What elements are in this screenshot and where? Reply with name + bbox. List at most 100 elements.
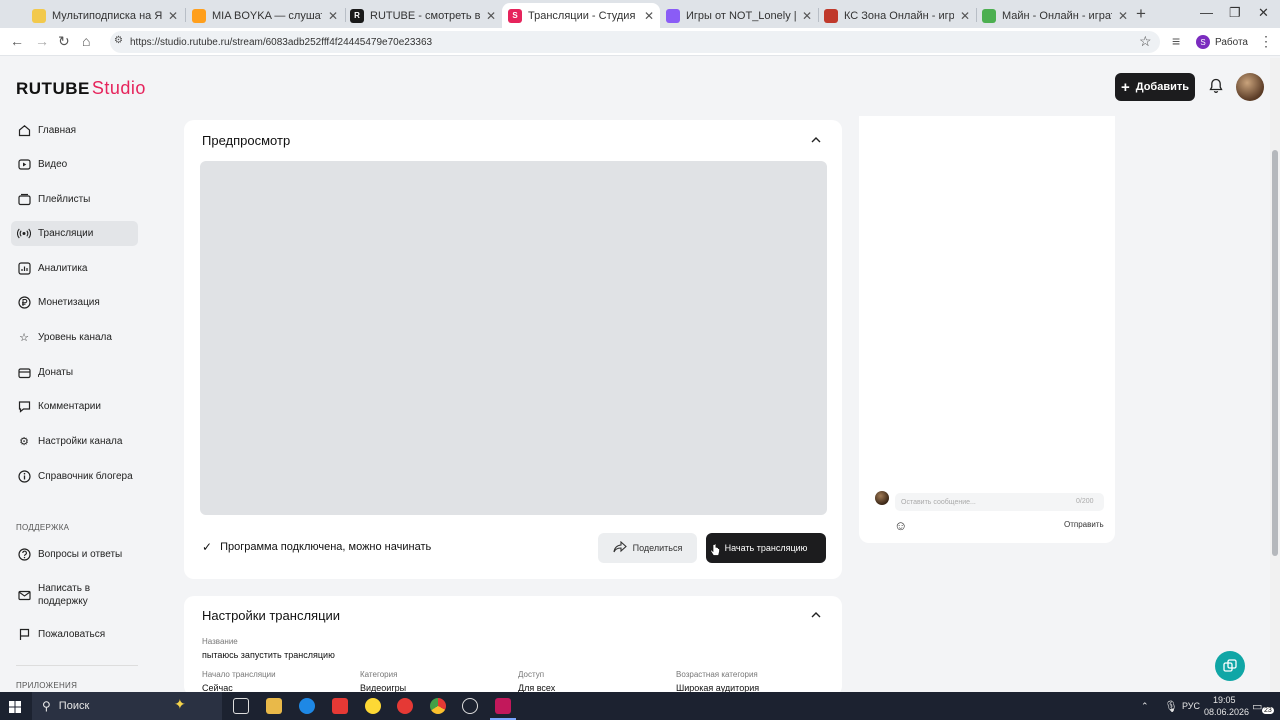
- tray-chevron-icon[interactable]: ⌃: [1141, 701, 1149, 712]
- chat-panel: [859, 116, 1115, 543]
- clock-date[interactable]: 08.06.2026: [1204, 707, 1249, 717]
- forward-icon[interactable]: →: [35, 33, 49, 49]
- back-icon[interactable]: ←: [10, 33, 24, 49]
- task-view-icon[interactable]: [233, 698, 249, 714]
- sidebar-item-home[interactable]: Главная: [11, 118, 138, 143]
- yandex-browser-icon[interactable]: [397, 698, 413, 714]
- playlist-icon: [17, 193, 31, 207]
- obs-icon[interactable]: [462, 698, 478, 714]
- stream-preview-area: [200, 161, 827, 515]
- yandex-music-app-icon[interactable]: [332, 698, 348, 714]
- search-icon: ⚲: [42, 699, 51, 713]
- rutube-studio-logo[interactable]: RUTUBE Studio: [16, 78, 146, 99]
- share-button[interactable]: Поделиться: [598, 533, 697, 563]
- url-field[interactable]: https://studio.rutube.ru/stream/6083adb2…: [110, 31, 1160, 53]
- start-time-label: Начало трансляции: [202, 670, 276, 679]
- profile-avatar-icon: S: [1196, 35, 1210, 49]
- chat-message-input[interactable]: Оставить сообщение...: [895, 493, 1104, 511]
- comment-icon: [17, 400, 31, 414]
- rutube-studio-favicon-icon: S: [508, 8, 522, 23]
- send-button[interactable]: Отправить: [1064, 520, 1104, 529]
- sidebar-item-channel-level[interactable]: ☆ Уровень канала: [11, 325, 138, 350]
- microphone-icon[interactable]: 🎙: [1164, 700, 1178, 713]
- browser-tab[interactable]: Майн - Онлайн - играть онлайн ✕: [976, 3, 1134, 28]
- collapse-chevron-icon[interactable]: [810, 134, 822, 149]
- share-arrow-icon: [613, 540, 627, 556]
- bookmark-star-icon[interactable]: ☆: [1139, 33, 1152, 50]
- file-explorer-icon[interactable]: [266, 698, 282, 714]
- language-indicator[interactable]: РУС: [1182, 701, 1200, 711]
- sparkle-icon: ✦: [174, 696, 186, 712]
- close-icon[interactable]: ✕: [802, 9, 812, 23]
- site-info-icon[interactable]: ⚙: [114, 35, 123, 46]
- windows-taskbar: ⚲ Поиск ✦ ⌃ 🎙 РУС 19:05 08.06.2026 ▭ 23: [0, 692, 1280, 720]
- sidebar-item-report[interactable]: Пожаловаться: [11, 622, 138, 647]
- browser-app-icon[interactable]: [495, 698, 511, 714]
- start-stream-button[interactable]: Начать трансляцию: [706, 533, 826, 563]
- sidebar-item-monetization[interactable]: Монетизация: [11, 290, 138, 315]
- close-icon[interactable]: ✕: [486, 9, 496, 23]
- close-icon[interactable]: ✕: [644, 9, 654, 23]
- name-label: Название: [202, 637, 238, 646]
- sidebar-item-faq[interactable]: Вопросы и ответы: [11, 542, 138, 567]
- notifications-bell-icon[interactable]: [1208, 78, 1224, 98]
- notification-count-badge: 23: [1262, 707, 1274, 714]
- sidebar-item-write-support[interactable]: Написать в поддержку: [11, 580, 121, 610]
- question-icon: [17, 548, 31, 562]
- reading-list-icon[interactable]: ≡: [1172, 33, 1180, 49]
- close-icon[interactable]: ✕: [328, 9, 338, 23]
- sidebar-item-comments[interactable]: Комментарии: [11, 394, 138, 419]
- sidebar-item-blogger-guide[interactable]: Справочник блогера: [11, 464, 138, 489]
- close-window-icon[interactable]: ✕: [1258, 5, 1269, 21]
- browser-tab[interactable]: MIA BOYKA — слушать онлайн ✕: [186, 3, 344, 28]
- chrome-icon[interactable]: [430, 698, 446, 714]
- name-value: пытаюсь запустить трансляцию: [202, 650, 335, 660]
- sidebar-item-video[interactable]: Видео: [11, 152, 138, 177]
- chat-user-avatar: [875, 491, 889, 505]
- browser-menu-icon[interactable]: ⋮: [1259, 33, 1273, 50]
- collapse-chevron-icon[interactable]: [810, 609, 822, 624]
- ruble-icon: [17, 296, 31, 310]
- browser-tab-active[interactable]: S Трансляции - Студия RUTUBE ✕: [502, 3, 660, 28]
- apps-heading: ПРИЛОЖЕНИЯ: [16, 681, 78, 690]
- reload-icon[interactable]: ↻: [58, 33, 70, 50]
- plus-icon: +: [1120, 78, 1130, 96]
- home-icon[interactable]: ⌂: [82, 33, 90, 49]
- taskbar-search[interactable]: ⚲ Поиск ✦: [32, 692, 222, 720]
- preview-title: Предпросмотр: [202, 133, 291, 148]
- hand-cursor-icon: [710, 543, 720, 556]
- sidebar-item-channel-settings[interactable]: ⚙ Настройки канала: [11, 429, 138, 454]
- user-avatar[interactable]: [1236, 73, 1264, 101]
- age-rating-label: Возрастная категория: [676, 670, 758, 679]
- notifications-icon[interactable]: ▭: [1252, 700, 1262, 713]
- browser-tab[interactable]: Мультиподписка на Яндекс М ✕: [26, 3, 184, 28]
- sidebar-item-playlists[interactable]: Плейлисты: [11, 187, 138, 212]
- app-icon[interactable]: [365, 698, 381, 714]
- yandex-games-favicon-icon: [666, 8, 680, 23]
- close-icon[interactable]: ✕: [960, 9, 970, 23]
- scrollbar-thumb[interactable]: [1272, 150, 1278, 556]
- close-icon[interactable]: ✕: [168, 9, 178, 23]
- add-button[interactable]: + Добавить: [1115, 73, 1195, 101]
- profile-button[interactable]: S Работа: [1196, 33, 1248, 51]
- windows-start-icon[interactable]: [9, 700, 21, 713]
- emoji-icon[interactable]: ☺: [894, 518, 907, 533]
- browser-tab[interactable]: Игры от NOT_Lonely | Яндекс И ✕: [660, 3, 818, 28]
- home-icon: [17, 124, 31, 138]
- edge-browser-icon[interactable]: [299, 698, 315, 714]
- close-icon[interactable]: ✕: [1118, 9, 1128, 23]
- browser-tab[interactable]: R RUTUBE - смотреть видео онл ✕: [344, 3, 502, 28]
- restore-icon[interactable]: ❐: [1229, 5, 1241, 21]
- sidebar-item-analytics[interactable]: Аналитика: [11, 256, 138, 281]
- sidebar-item-broadcasts[interactable]: Трансляции: [11, 221, 138, 246]
- new-tab-icon[interactable]: +: [1136, 4, 1146, 24]
- analytics-icon: [17, 262, 31, 276]
- connection-status: ✓ Программа подключена, можно начинать: [202, 540, 432, 554]
- category-label: Категория: [360, 670, 398, 679]
- browser-tab[interactable]: КС Зона Онлайн - играть онла ✕: [818, 3, 976, 28]
- minimize-icon[interactable]: —: [1200, 5, 1213, 20]
- sidebar-item-donations[interactable]: Донаты: [11, 360, 138, 385]
- support-chat-button[interactable]: [1215, 651, 1245, 681]
- access-label: Доступ: [518, 670, 545, 679]
- clock-time[interactable]: 19:05: [1213, 695, 1236, 705]
